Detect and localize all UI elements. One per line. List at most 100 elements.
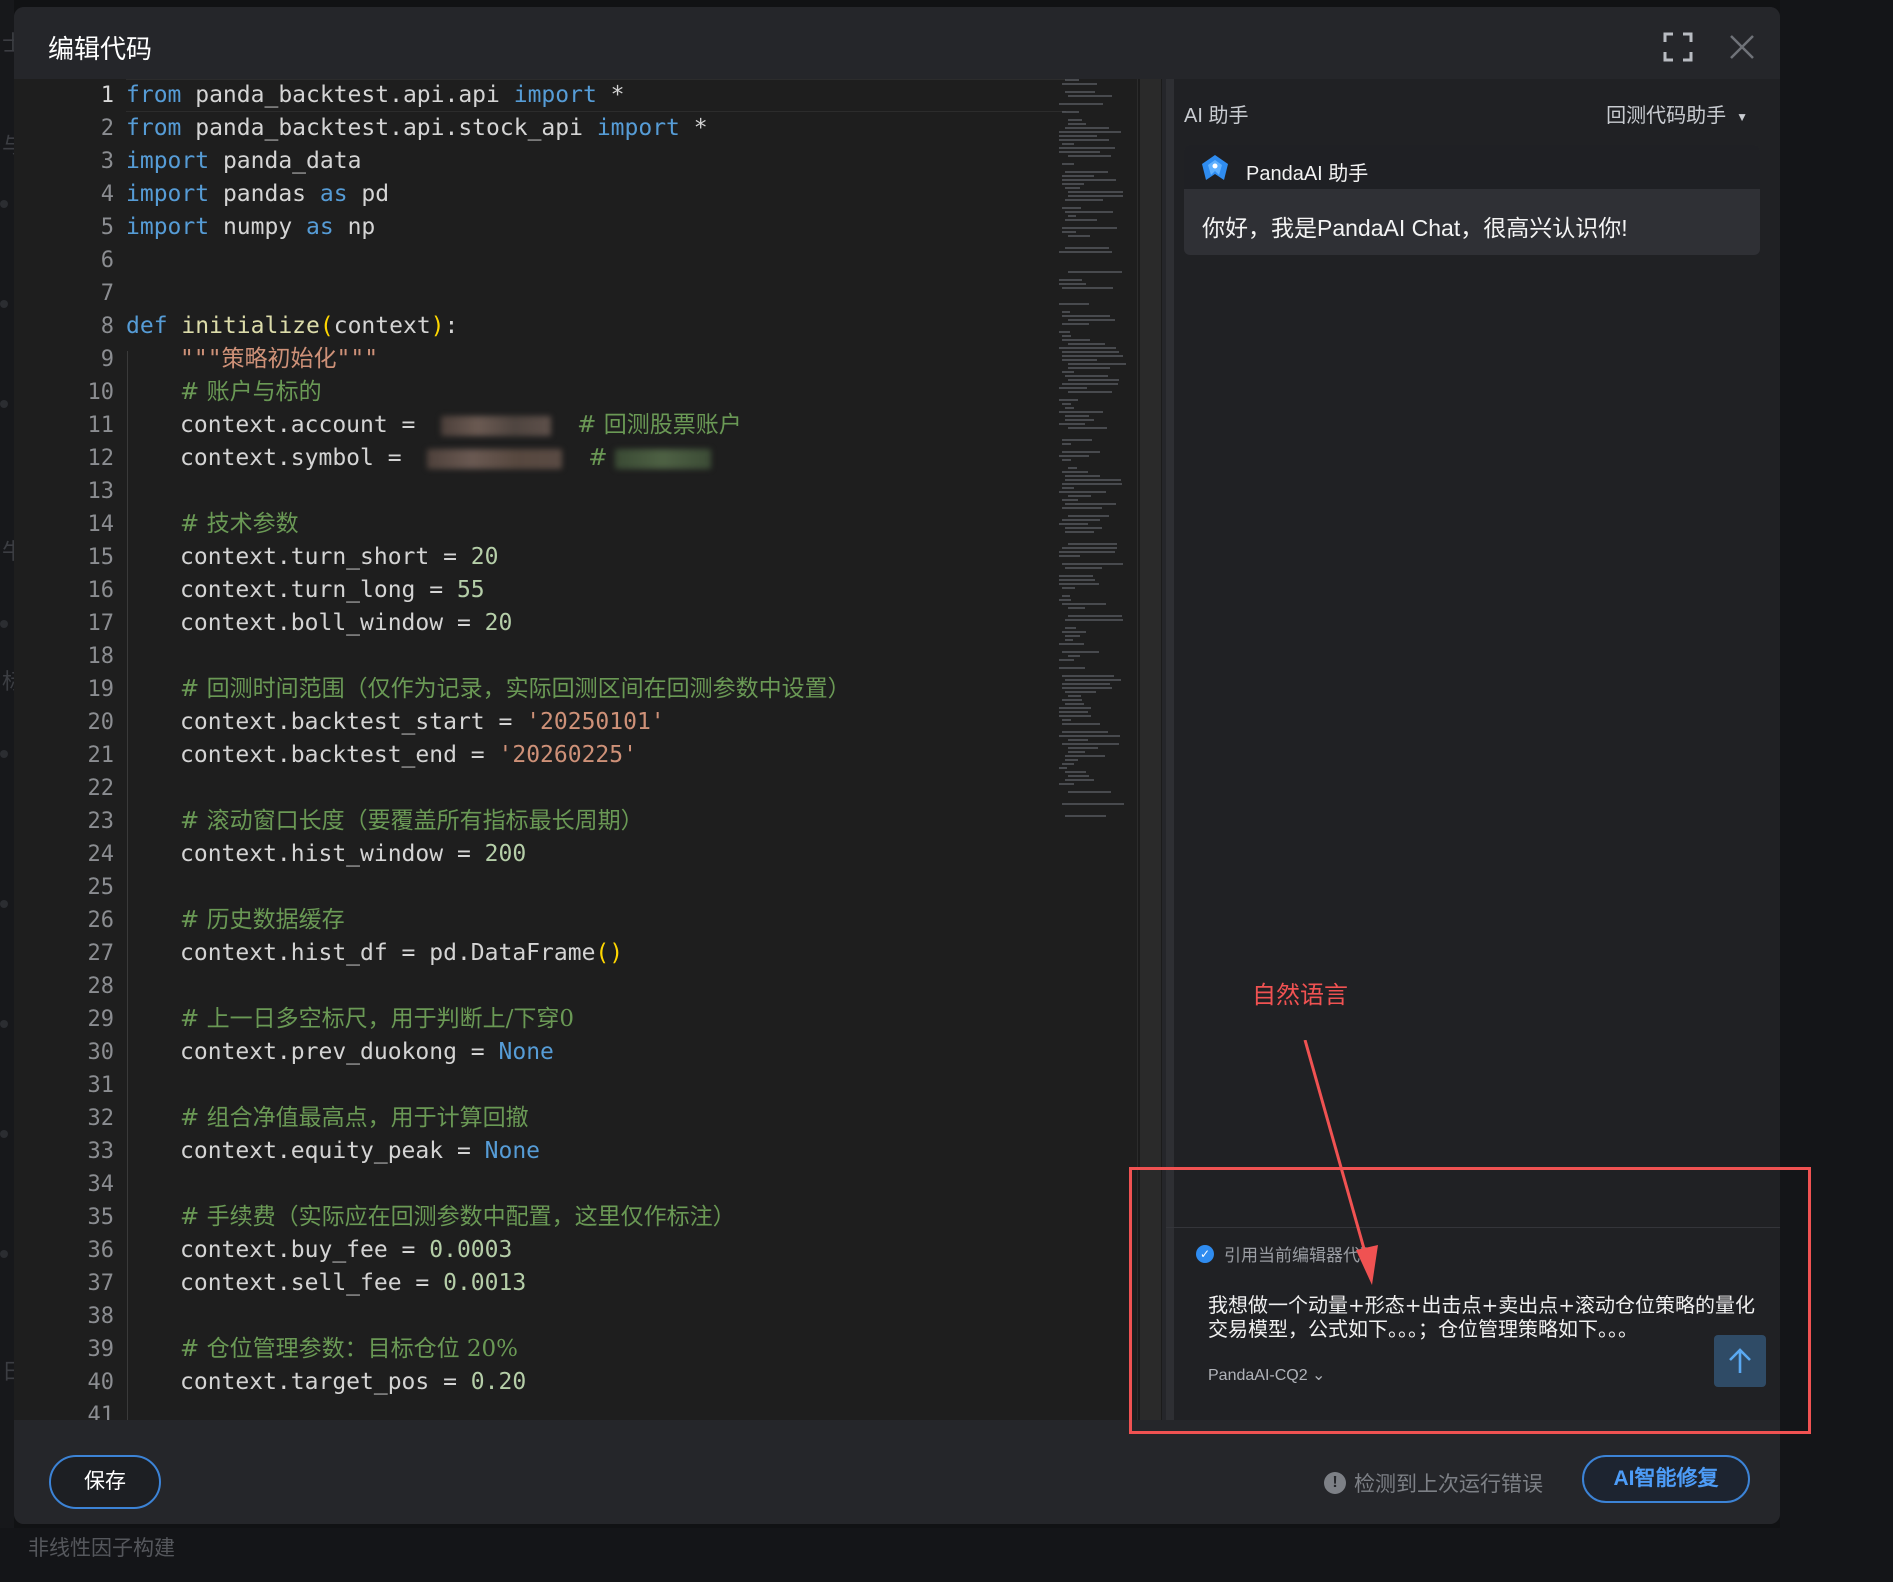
background-dot xyxy=(0,1250,8,1258)
minimap-line xyxy=(1065,91,1095,93)
code-token: context xyxy=(333,313,431,339)
background-dot xyxy=(0,750,8,758)
code-token: panda_backtest.api.api xyxy=(181,82,514,108)
minimap-line xyxy=(1062,731,1108,733)
minimap-line xyxy=(1068,495,1091,497)
minimap-line xyxy=(1062,595,1070,597)
code-token: pd xyxy=(347,181,390,207)
minimap-line xyxy=(1065,759,1078,761)
caret-down-icon: ▼ xyxy=(1736,109,1748,124)
minimap-line xyxy=(1068,215,1076,217)
line-number: 29 xyxy=(87,1007,115,1032)
minimap-line xyxy=(1068,367,1110,369)
code-token: 200 xyxy=(484,841,527,867)
minimap-line xyxy=(1062,487,1074,489)
minimap-line xyxy=(1059,711,1088,713)
code-line: context.buy_fee = 0.0003 xyxy=(180,1234,512,1267)
ai-message-header: PandaAI 助手 xyxy=(1184,145,1760,189)
line-number: 14 xyxy=(87,512,115,537)
minimap-line xyxy=(1068,615,1122,617)
line-number: 9 xyxy=(100,347,114,372)
minimap-line xyxy=(1059,783,1074,785)
line-number: 33 xyxy=(87,1139,115,1164)
minimap-line xyxy=(1065,691,1096,693)
minimap-line xyxy=(1062,699,1082,701)
save-button[interactable]: 保存 xyxy=(49,1455,161,1509)
code-line: context.backtest_end = '20260225' xyxy=(180,739,637,772)
code-token: ( xyxy=(319,313,334,339)
code-token: 0.0003 xyxy=(429,1237,513,1263)
expand-icon[interactable] xyxy=(1662,31,1694,63)
minimap-line xyxy=(1065,527,1102,529)
line-number: 2 xyxy=(100,116,114,141)
minimap-line xyxy=(1068,343,1105,345)
code-token: None xyxy=(498,1039,554,1065)
code-token: from xyxy=(126,82,182,108)
minimap-line xyxy=(1062,311,1070,313)
minimap-line xyxy=(1062,803,1124,805)
code-token: import xyxy=(126,148,210,174)
line-number: 32 xyxy=(87,1106,115,1131)
code-token: # 回测股票账户 xyxy=(577,412,742,438)
line-number: 23 xyxy=(87,809,115,834)
line-number: 15 xyxy=(87,545,115,570)
minimap-line xyxy=(1059,135,1097,137)
code-token: context.prev_duokong = xyxy=(180,1039,499,1065)
line-number: 25 xyxy=(87,875,115,900)
minimap-line xyxy=(1065,679,1121,681)
code-token: as xyxy=(306,214,334,240)
last-run-error-note: ! 检测到上次运行错误 xyxy=(1324,1468,1543,1498)
minimap-line xyxy=(1059,551,1115,553)
minimap-line xyxy=(1062,587,1075,589)
minimap-line xyxy=(1059,491,1106,493)
code-line: import panda_data xyxy=(126,145,361,178)
background-dot xyxy=(0,200,8,208)
minimap-line xyxy=(1068,271,1122,273)
minimap-line xyxy=(1059,523,1088,525)
line-number: 24 xyxy=(87,842,115,867)
minimap-line xyxy=(1059,347,1116,349)
minimap-line xyxy=(1062,763,1074,765)
minimap-line xyxy=(1062,683,1110,685)
minimap-line xyxy=(1062,483,1122,485)
minimap-line xyxy=(1068,515,1109,517)
background-list-item[interactable]: 非线性因子构建 xyxy=(28,1532,175,1562)
minimap-line xyxy=(1059,707,1091,709)
code-token: # xyxy=(588,445,615,471)
minimap-line xyxy=(1059,331,1070,333)
minimap-line xyxy=(1059,303,1089,305)
line-number: 27 xyxy=(87,941,115,966)
minimap-line xyxy=(1068,191,1123,193)
line-number: 4 xyxy=(100,182,114,207)
code-line: """策略初始化""" xyxy=(180,346,379,372)
code-editor[interactable]: 1 2 3 4 5 6 7 8 9 10 11 12 13 14 15 16 1… xyxy=(14,79,1162,1420)
code-line: # 技术参数 xyxy=(180,511,299,537)
code-token: () xyxy=(595,940,624,966)
line-number: 36 xyxy=(87,1238,115,1263)
modal-footer: 保存 ! 检测到上次运行错误 AI智能修复 xyxy=(14,1420,1780,1524)
minimap-line xyxy=(1068,655,1080,657)
line-number: 21 xyxy=(87,743,115,768)
minimap-line xyxy=(1059,735,1120,737)
minimap-line xyxy=(1059,575,1093,577)
line-number: 22 xyxy=(87,776,115,801)
minimap-line xyxy=(1065,187,1080,189)
code-token: 20 xyxy=(484,610,513,636)
ai-fix-button[interactable]: AI智能修复 xyxy=(1582,1455,1750,1503)
line-number: 7 xyxy=(100,281,114,306)
minimap-line xyxy=(1065,479,1121,481)
code-text-area[interactable]: from panda_backtest.api.api import * fro… xyxy=(126,79,1066,1420)
minimap-line xyxy=(1062,547,1117,549)
line-number: 17 xyxy=(87,611,115,636)
close-icon[interactable] xyxy=(1726,31,1758,63)
minimap-line xyxy=(1059,399,1078,401)
code-line: # 账户与标的 xyxy=(180,379,322,405)
code-minimap[interactable] xyxy=(1057,79,1137,839)
minimap-line xyxy=(1062,339,1090,341)
minimap-line xyxy=(1068,123,1086,125)
minimap-line xyxy=(1065,639,1073,641)
minimap-line xyxy=(1062,563,1123,565)
line-number: 6 xyxy=(100,248,114,273)
assistant-mode-select[interactable]: 回测代码助手 ▼ xyxy=(1606,99,1748,128)
minimap-line xyxy=(1065,219,1097,221)
